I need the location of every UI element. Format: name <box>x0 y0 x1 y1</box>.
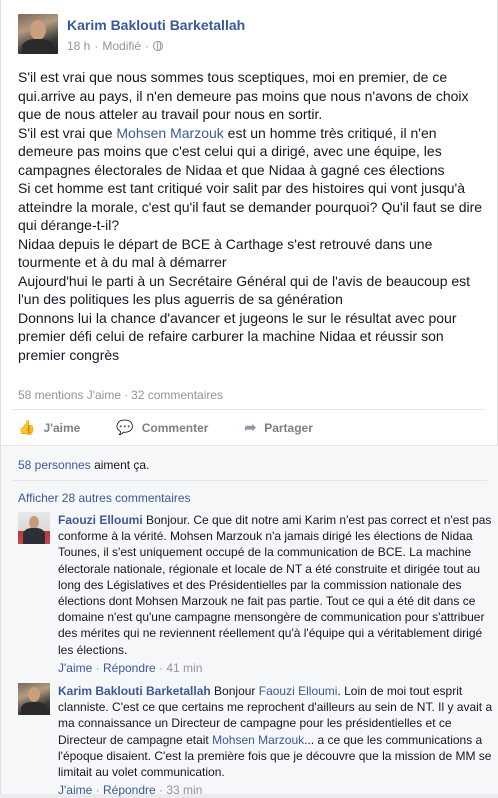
post-card: Karim Baklouti Barketallah 18 h · Modifi… <box>0 0 498 797</box>
post-time[interactable]: 18 h <box>67 38 90 54</box>
comment-time[interactable]: 33 min <box>166 783 202 797</box>
globe-icon[interactable] <box>153 41 164 51</box>
author-avatar[interactable] <box>18 14 58 54</box>
post-paragraph: Nidaa depuis le départ de BCE à Carthage… <box>18 235 433 271</box>
comment-meta: J'aime · Répondre · 33 min <box>58 783 203 798</box>
like-button[interactable]: 👍 J'aime <box>18 419 80 436</box>
more-comments-link[interactable]: Afficher 28 autres commentaires <box>18 491 191 505</box>
post-paragraph: S'il est vrai que nous sommes tous scept… <box>18 69 469 122</box>
post-text: S'il est vrai que nous sommes tous scept… <box>18 68 488 364</box>
post-paragraph: Aujourd'hui le parti à un Secrétaire Gén… <box>18 272 471 308</box>
comment-meta: J'aime · Répondre · 41 min <box>58 660 203 675</box>
post-stats: 58 mentions J'aime · 32 commentaires <box>18 388 224 402</box>
post-header: Karim Baklouti Barketallah 18 h · Modifi… <box>18 14 245 54</box>
comment-reply-link[interactable]: Répondre <box>103 661 156 675</box>
post-author[interactable]: Karim Baklouti Barketallah <box>67 17 245 34</box>
comments-count[interactable]: 32 commentaires <box>131 388 223 402</box>
mention-link[interactable]: Mohsen Marzouk <box>116 125 223 141</box>
mention-link[interactable]: Faouzi Elloumi <box>259 684 338 698</box>
comment-author[interactable]: Faouzi Elloumi <box>58 513 143 527</box>
share-button[interactable]: ➦ Partager <box>244 419 312 436</box>
likers-link[interactable]: 58 personnes <box>18 458 91 472</box>
commenter-avatar[interactable] <box>18 683 50 715</box>
divider <box>13 409 485 410</box>
comment: Karim Baklouti Barketallah Bonjour Faouz… <box>18 683 494 798</box>
commenter-avatar[interactable] <box>18 512 50 544</box>
share-arrow-icon: ➦ <box>244 419 257 435</box>
likes-count[interactable]: 58 mentions J'aime <box>18 388 121 402</box>
comment-like-link[interactable]: J'aime <box>58 661 92 675</box>
speech-bubble-icon: 💬 <box>116 419 134 435</box>
comment-time[interactable]: 41 min <box>166 661 202 675</box>
edited-label[interactable]: Modifié <box>102 38 141 54</box>
comment: Faouzi Elloumi Bonjour. Ce que dit notre… <box>18 512 494 676</box>
comment-like-link[interactable]: J'aime <box>58 783 92 797</box>
mention-link[interactable]: Mohsen Marzouk <box>212 733 304 747</box>
divider <box>13 480 487 481</box>
post-paragraph: Donnons lui la chance d'avancer et jugeo… <box>18 309 457 363</box>
comment-author[interactable]: Karim Baklouti Barketallah <box>58 684 211 698</box>
post-paragraph: S'il est vrai que Mohsen Marzouk est un … <box>18 124 445 178</box>
action-bar: 👍 J'aime 💬 Commenter ➦ Partager <box>18 419 349 436</box>
post-meta: 18 h · Modifié · <box>67 38 245 54</box>
post-paragraph: Si cet homme est tant critiqué voir sali… <box>18 180 483 233</box>
comment-button[interactable]: 💬 Commenter <box>116 419 208 436</box>
comment-reply-link[interactable]: Répondre <box>103 783 156 797</box>
thumbs-up-icon: 👍 <box>18 419 36 435</box>
likes-summary: 58 personnes aiment ça. <box>18 458 150 472</box>
feedback-section: 58 personnes aiment ça. Afficher 28 autr… <box>1 445 498 797</box>
comment-text: Bonjour. Ce que dit notre ami Karim n'es… <box>58 513 492 657</box>
